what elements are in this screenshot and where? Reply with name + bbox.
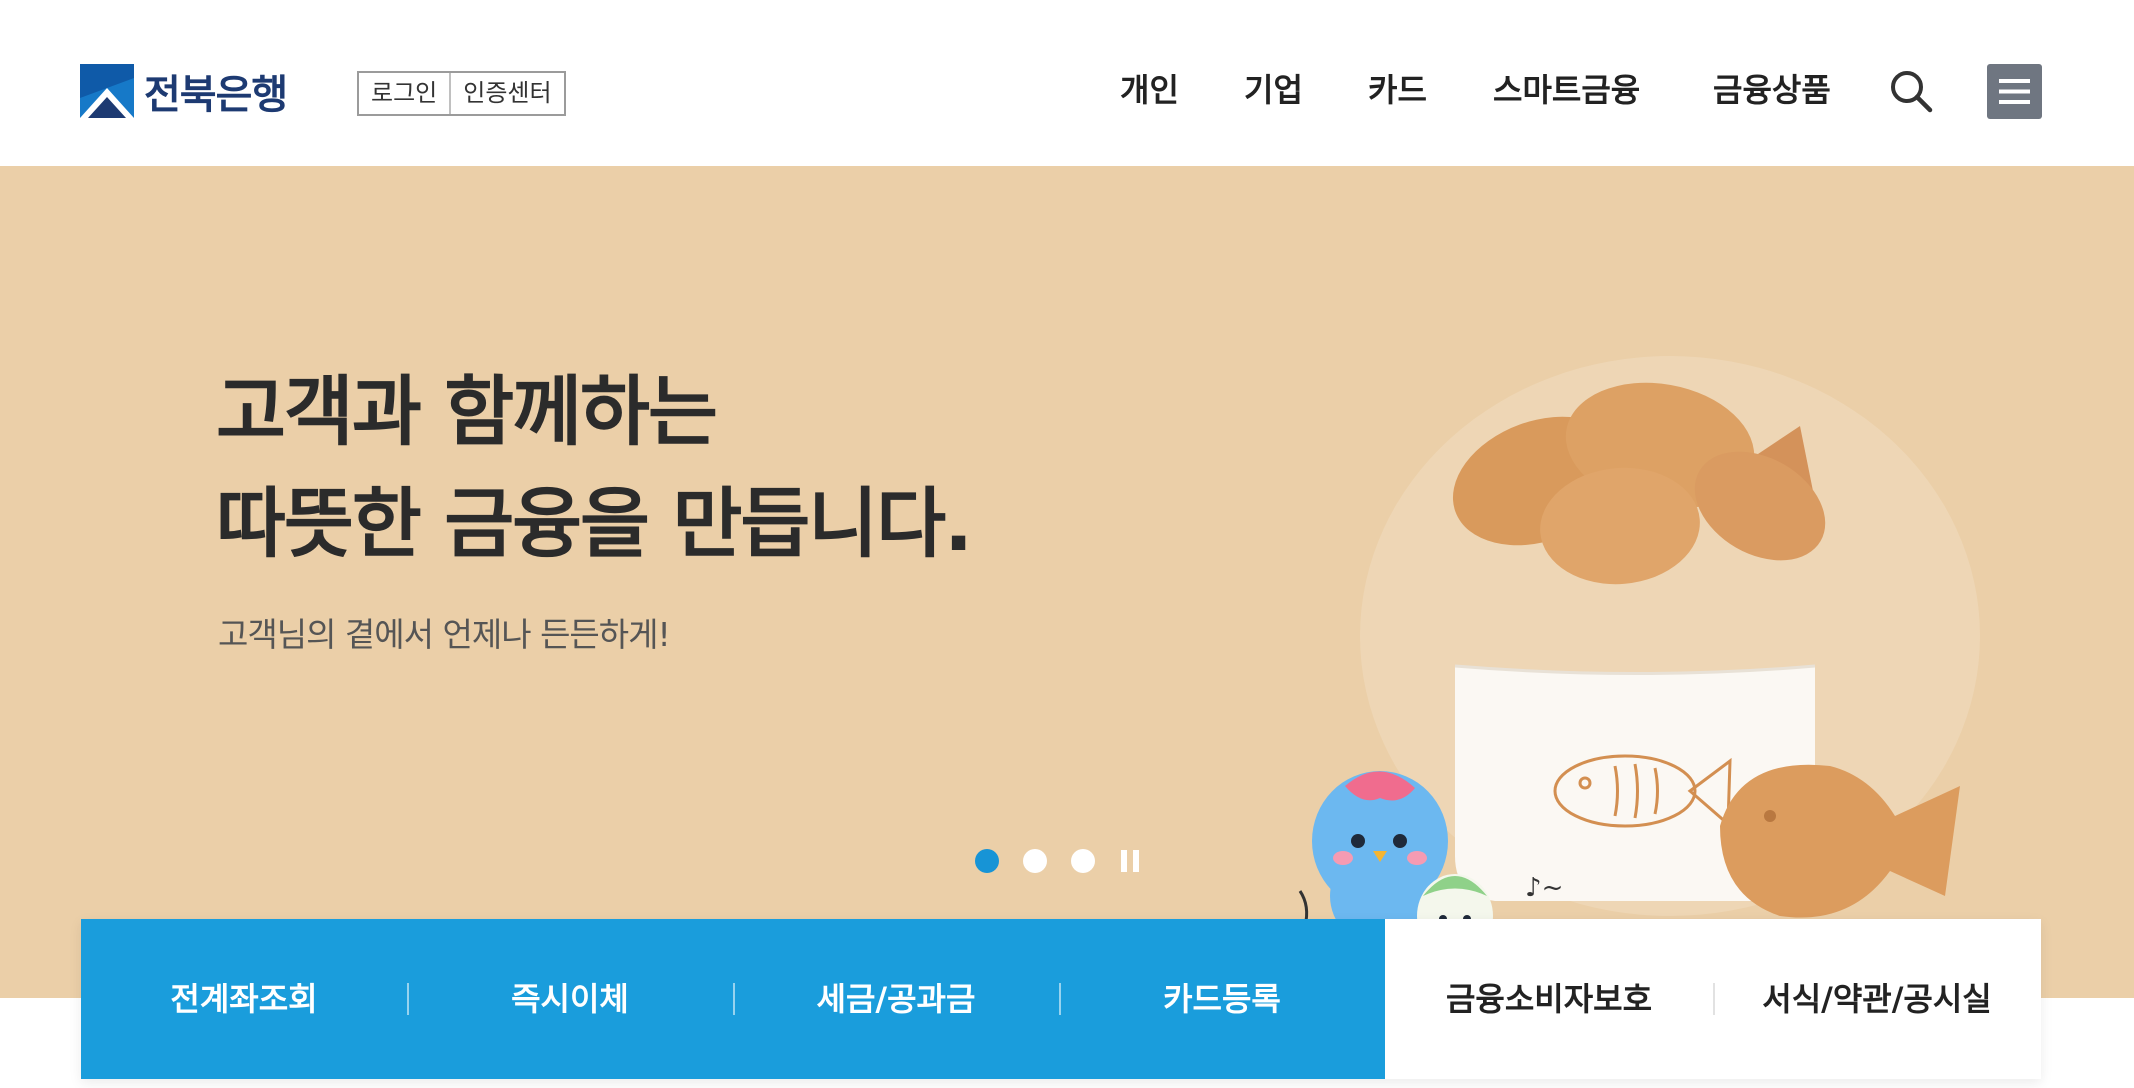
bank-logo-text: 전북은행 bbox=[144, 72, 288, 118]
quick-menu-secondary: 금융소비자보호 서식/약관/공시실 bbox=[1385, 919, 2041, 1079]
quick-menu-primary: 전계좌조회 즉시이체 세금/공과금 카드등록 bbox=[81, 919, 1385, 1079]
slide-dot-1[interactable] bbox=[975, 849, 999, 873]
svg-text:♪~: ♪~ bbox=[1525, 873, 1563, 903]
slide-dot-3[interactable] bbox=[1071, 849, 1095, 873]
site-header: 전북은행 로그인 인증센터 개인 기업 카드 스마트금융 금융상품 bbox=[0, 0, 2134, 166]
pause-icon[interactable] bbox=[1121, 848, 1139, 874]
nav-item-smart-banking[interactable]: 스마트금융 bbox=[1493, 64, 1640, 116]
bank-logo[interactable]: 전북은행 bbox=[80, 63, 288, 119]
hero-subtitle: 고객님의 곁에서 언제나 든든하게! bbox=[218, 615, 671, 654]
nav-item-corporate[interactable]: 기업 bbox=[1244, 64, 1303, 116]
quick-consumer-protection[interactable]: 금융소비자보호 bbox=[1385, 919, 1713, 1079]
nav-item-products[interactable]: 금융상품 bbox=[1713, 64, 1831, 116]
hero-title: 고객과 함께하는 따뜻한 금융을 만듭니다. bbox=[216, 356, 973, 580]
quick-instant-transfer[interactable]: 즉시이체 bbox=[407, 919, 733, 1079]
nav-item-card[interactable]: 카드 bbox=[1368, 64, 1427, 116]
cert-center-button[interactable]: 인증센터 bbox=[449, 73, 564, 114]
slide-indicators bbox=[975, 846, 1139, 876]
quick-all-accounts[interactable]: 전계좌조회 bbox=[81, 919, 407, 1079]
bank-logo-icon bbox=[80, 64, 134, 118]
auth-links: 로그인 인증센터 bbox=[357, 71, 566, 116]
hero-title-line-1: 고객과 함께하는 bbox=[216, 367, 718, 456]
quick-card-register[interactable]: 카드등록 bbox=[1059, 919, 1385, 1079]
search-icon[interactable] bbox=[1888, 68, 1934, 114]
slide-dot-2[interactable] bbox=[1023, 849, 1047, 873]
hamburger-menu-icon[interactable] bbox=[1987, 64, 2042, 119]
login-button[interactable]: 로그인 bbox=[359, 73, 450, 114]
quick-menu: 전계좌조회 즉시이체 세금/공과금 카드등록 금융소비자보호 서식/약관/공시실 bbox=[81, 919, 2041, 1079]
hero-illustration: ♪~ bbox=[1240, 336, 2000, 998]
hero-title-line-2: 따뜻한 금융을 만듭니다. bbox=[216, 479, 973, 568]
nav-item-personal[interactable]: 개인 bbox=[1120, 64, 1179, 116]
hero-banner: 고객과 함께하는 따뜻한 금융을 만듭니다. 고객님의 곁에서 언제나 든든하게… bbox=[0, 166, 2134, 998]
quick-forms-terms[interactable]: 서식/약관/공시실 bbox=[1713, 919, 2041, 1079]
quick-tax-payment[interactable]: 세금/공과금 bbox=[733, 919, 1059, 1079]
